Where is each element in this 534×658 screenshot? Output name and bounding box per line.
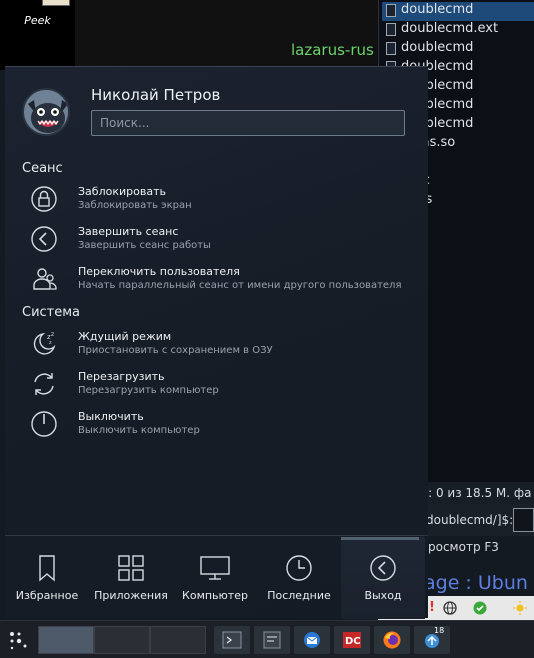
- action-subtitle: Начать параллельный сеанс от имени друго…: [78, 280, 402, 291]
- restart-icon: [34, 373, 54, 395]
- svg-text:z: z: [51, 331, 54, 338]
- action-subtitle: Перезагрузить компьютер: [78, 385, 219, 396]
- section-title-system: Система: [22, 305, 81, 320]
- tab-applications[interactable]: Приложения: [89, 537, 173, 619]
- action-title: Переключить пользователя: [78, 265, 240, 278]
- terminal-window: [75, 0, 378, 70]
- globe-icon[interactable]: [442, 600, 458, 616]
- tab-computer[interactable]: Компьютер: [173, 537, 257, 619]
- task-mail[interactable]: [294, 626, 330, 654]
- file-row[interactable]: doublecmd: [382, 40, 534, 59]
- divider: [5, 535, 428, 536]
- action-subtitle: Завершить сеанс работы: [78, 240, 211, 251]
- virtual-desktop-3[interactable]: [150, 626, 206, 654]
- action-shutdown[interactable]: Выключить Выключить компьютер: [30, 406, 420, 442]
- file-name: doublecmd.ext: [401, 21, 499, 36]
- peek-label: Peek: [24, 14, 51, 27]
- clock-icon: [286, 555, 312, 581]
- dc-icon: DC: [343, 632, 361, 648]
- virtual-desktop-2[interactable]: [94, 626, 150, 654]
- action-restart[interactable]: Перезагрузить Перезагрузить компьютер: [30, 366, 420, 402]
- action-subtitle: Приостановить с сохранением в ОЗУ: [78, 345, 273, 356]
- tab-label: Выход: [364, 589, 402, 602]
- user-name: Николай Петров: [91, 86, 221, 104]
- sleep-icon: z z z: [33, 331, 56, 355]
- task-doublecmd[interactable]: DC: [334, 626, 370, 654]
- task-updater[interactable]: 18: [414, 626, 450, 654]
- logout-icon: [31, 226, 57, 252]
- action-switch-user[interactable]: Переключить пользователя Начать параллел…: [30, 261, 420, 297]
- tab-label: Компьютер: [182, 589, 248, 602]
- app-menu-icon[interactable]: [6, 628, 30, 652]
- file-name: doublecmd: [401, 40, 474, 55]
- file-manager-icon: [263, 631, 281, 649]
- file-row[interactable]: doublecmd: [382, 2, 534, 21]
- switch-user-icon: [33, 268, 57, 290]
- virtual-desktop-1[interactable]: [38, 626, 94, 654]
- badge-count: 18: [434, 626, 445, 635]
- action-title: Перезагрузить: [78, 370, 165, 383]
- tab-label: Избранное: [15, 589, 79, 602]
- action-logout[interactable]: Завершить сеанс Завершить сеанс работы: [30, 221, 420, 257]
- monitor-icon: [200, 556, 230, 580]
- file-icon: [386, 42, 396, 55]
- taskbar: DC 18: [0, 620, 534, 658]
- file-icon: [386, 4, 396, 17]
- action-subtitle: Выключить компьютер: [78, 425, 200, 436]
- bookmark-icon: [39, 555, 55, 582]
- svg-text:z: z: [49, 340, 52, 346]
- tab-label: Приложения: [94, 589, 168, 602]
- search-input[interactable]: [91, 110, 405, 136]
- peek-app-icon[interactable]: [42, 0, 70, 6]
- action-sleep[interactable]: z z z Ждущий режим Приостановить с сохра…: [30, 326, 420, 362]
- task-double-commander[interactable]: [254, 626, 290, 654]
- terminal-text: lazarus-rus: [291, 41, 374, 59]
- task-terminal[interactable]: [214, 626, 250, 654]
- tab-leave[interactable]: Выход: [341, 537, 425, 619]
- left-dock: [0, 0, 75, 70]
- action-lock[interactable]: Заблокировать Заблокировать экран: [30, 181, 420, 217]
- action-title: Выключить: [78, 410, 144, 423]
- action-subtitle: Заблокировать экран: [78, 200, 192, 211]
- exit-icon: [370, 555, 396, 581]
- shutdown-icon: [31, 411, 57, 437]
- avatar[interactable]: [22, 88, 70, 136]
- application-launcher: Николай Петров Сеанс Заблокировать Забло…: [5, 66, 428, 619]
- action-title: Заблокировать: [78, 185, 166, 198]
- launcher-tab-bar: Избранное Приложения Компьютер Последние…: [5, 537, 428, 619]
- tab-recent[interactable]: Последние: [257, 537, 341, 619]
- file-name: doublecmd: [401, 2, 474, 17]
- grid-icon: [118, 555, 144, 581]
- tab-label: Последние: [267, 589, 331, 602]
- command-line-input[interactable]: [513, 508, 534, 532]
- svg-text:DC: DC: [345, 636, 361, 647]
- file-row[interactable]: doublecmd.ext: [382, 21, 534, 40]
- sun-icon[interactable]: [512, 600, 528, 616]
- tab-favorites[interactable]: Избранное: [5, 537, 89, 619]
- terminal-icon: [222, 631, 242, 649]
- task-firefox[interactable]: [374, 626, 410, 654]
- action-title: Ждущий режим: [78, 330, 172, 343]
- mail-icon: [304, 632, 320, 648]
- check-icon[interactable]: [472, 600, 488, 616]
- section-title-session: Сеанс: [22, 161, 63, 176]
- file-icon: [386, 23, 396, 36]
- lock-icon: [31, 186, 57, 212]
- action-title: Завершить сеанс: [78, 225, 179, 238]
- firefox-icon: [383, 631, 401, 649]
